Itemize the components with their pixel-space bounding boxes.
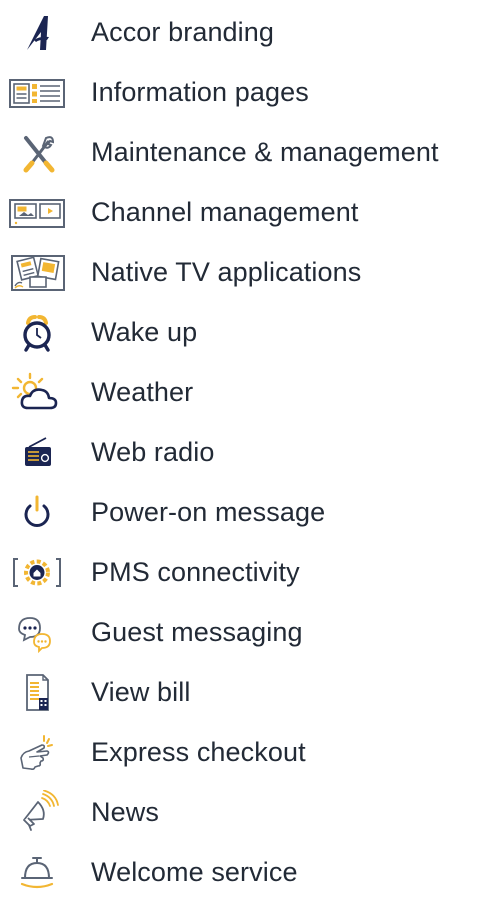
feature-label: Channel management	[91, 197, 359, 227]
feature-item-channel-management: Channel management	[0, 182, 496, 242]
information-pages-icon	[6, 70, 68, 114]
feature-item-accor-branding: Accor branding	[0, 2, 496, 62]
channel-management-icon	[6, 190, 68, 234]
feature-item-information-pages: Information pages	[0, 62, 496, 122]
bill-icon	[6, 670, 68, 714]
feature-label: View bill	[91, 677, 191, 707]
feature-label: Native TV applications	[91, 257, 362, 287]
feature-label: Weather	[91, 377, 194, 407]
feature-label: PMS connectivity	[91, 557, 300, 587]
radio-icon	[6, 430, 68, 474]
feature-label: Power-on message	[91, 497, 326, 527]
chat-bubbles-icon	[6, 610, 68, 654]
tv-apps-icon	[6, 250, 68, 294]
megaphone-icon	[6, 790, 68, 834]
feature-item-express-checkout: Express checkout	[0, 722, 496, 782]
feature-item-welcome-service: Welcome service	[0, 842, 496, 902]
feature-label: Accor branding	[91, 17, 275, 47]
feature-item-native-tv-apps: Native TV applications	[0, 242, 496, 302]
pointing-hand-icon	[6, 730, 68, 774]
service-bell-icon	[6, 850, 68, 894]
feature-item-web-radio: Web radio	[0, 422, 496, 482]
tools-icon	[6, 130, 68, 174]
weather-icon	[6, 370, 68, 414]
feature-item-weather: Weather	[0, 362, 496, 422]
power-icon	[6, 490, 68, 534]
feature-label: Express checkout	[91, 737, 306, 767]
alarm-clock-icon	[6, 310, 68, 354]
feature-label: Wake up	[91, 317, 198, 347]
pms-connectivity-icon	[6, 550, 68, 594]
feature-label: Welcome service	[91, 857, 298, 887]
feature-item-pms: PMS connectivity	[0, 542, 496, 602]
feature-item-maintenance: Maintenance & management	[0, 122, 496, 182]
accor-logo-icon	[6, 10, 68, 54]
feature-item-power-on: Power-on message	[0, 482, 496, 542]
feature-item-view-bill: View bill	[0, 662, 496, 722]
feature-item-guest-messaging: Guest messaging	[0, 602, 496, 662]
feature-label: Web radio	[91, 437, 215, 467]
feature-item-news: News	[0, 782, 496, 842]
feature-label: Guest messaging	[91, 617, 303, 647]
feature-label: Information pages	[91, 77, 309, 107]
feature-label: Maintenance & management	[91, 137, 439, 167]
feature-label: News	[91, 797, 159, 827]
feature-item-wake-up: Wake up	[0, 302, 496, 362]
